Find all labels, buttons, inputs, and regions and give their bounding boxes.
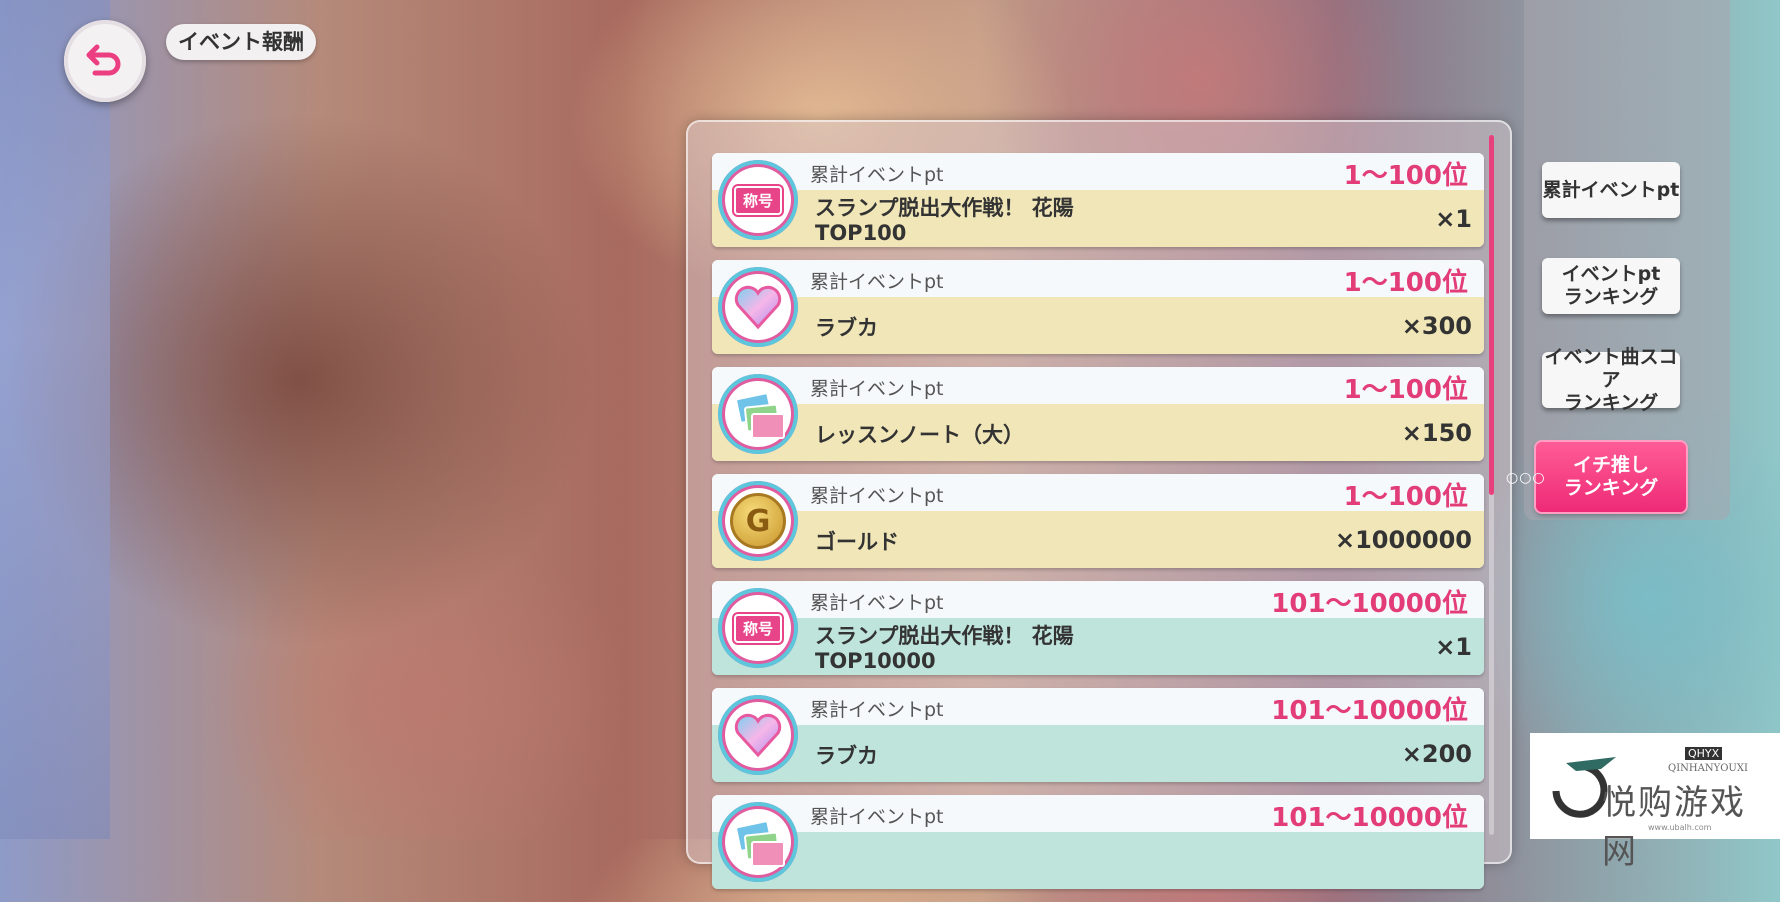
reward-name: スランプ脱出大作戦！ 花陽 TOP10000 xyxy=(815,624,1074,673)
reward-quantity: ×300 xyxy=(1401,312,1472,340)
reward-condition: 累計イベントpt xyxy=(810,806,944,828)
tab-cumulative-pt[interactable]: 累計イベントpt xyxy=(1542,162,1680,218)
tab-pt-ranking[interactable]: イベントpt ランキング xyxy=(1542,258,1680,314)
gold-coin-icon: G xyxy=(718,481,798,561)
title-badge-icon: 称号 xyxy=(718,160,798,240)
reward-rank: 1～100位 xyxy=(1343,375,1468,405)
reward-name: スランプ脱出大作戦！ 花陽 TOP100 xyxy=(815,196,1074,245)
tab-oshi-ranking[interactable]: イチ推し ランキング xyxy=(1536,442,1686,512)
reward-row[interactable]: 累計イベントpt 1～100位 ラブカ ×300 xyxy=(712,260,1484,354)
reward-row[interactable]: 累計イベントpt 101～10000位 ラブカ ×200 xyxy=(712,688,1484,782)
lesson-note-icon xyxy=(718,374,798,454)
love-gem-icon xyxy=(718,267,798,347)
lesson-note-icon xyxy=(718,802,798,882)
reward-row[interactable]: 累計イベントpt 101～10000位 xyxy=(712,795,1484,889)
reward-condition: 累計イベントpt xyxy=(810,378,944,400)
reward-rank: 101～10000位 xyxy=(1271,696,1468,726)
reward-quantity: ×1 xyxy=(1435,205,1472,233)
reward-row[interactable]: 称号 累計イベントpt 1～100位 スランプ脱出大作戦！ 花陽 TOP100 … xyxy=(712,153,1484,247)
background-strip xyxy=(0,0,110,839)
reward-condition: 累計イベントpt xyxy=(810,271,944,293)
reward-list[interactable]: 称号 累計イベントpt 1～100位 スランプ脱出大作戦！ 花陽 TOP100 … xyxy=(712,153,1484,902)
reward-rank: 101～10000位 xyxy=(1271,803,1468,833)
reward-rank: 1～100位 xyxy=(1343,161,1468,191)
tab-score-ranking[interactable]: イベント曲スコア ランキング xyxy=(1542,346,1680,414)
reward-quantity: ×1000000 xyxy=(1334,526,1472,554)
reward-rank: 1～100位 xyxy=(1343,482,1468,512)
reward-condition: 累計イベントpt xyxy=(810,485,944,507)
reward-name: ラブカ xyxy=(815,316,878,340)
back-arrow-icon xyxy=(86,44,121,76)
reward-rank: 1～100位 xyxy=(1343,268,1468,298)
reward-name: レッスンノート（大） xyxy=(815,423,1024,447)
reward-row[interactable]: 累計イベントpt 1～100位 レッスンノート（大） ×150 xyxy=(712,367,1484,461)
reward-rank: 101～10000位 xyxy=(1271,589,1468,619)
love-gem-icon xyxy=(718,695,798,775)
reward-quantity: ×1 xyxy=(1435,633,1472,661)
reward-name: ゴールド xyxy=(815,530,899,554)
title-badge-icon: 称号 xyxy=(718,588,798,668)
reward-quantity: ×150 xyxy=(1401,419,1472,447)
page-title: イベント報酬 xyxy=(166,24,316,60)
more-dots-icon: ○○○ xyxy=(1506,470,1546,486)
reward-condition: 累計イベントpt xyxy=(810,164,944,186)
reward-quantity: ×200 xyxy=(1401,740,1472,768)
reward-condition: 累計イベントpt xyxy=(810,699,944,721)
reward-name: ラブカ xyxy=(815,744,878,768)
reward-row[interactable]: G 累計イベントpt 1～100位 ゴールド ×1000000 xyxy=(712,474,1484,568)
back-button[interactable] xyxy=(64,20,146,102)
scrollbar-thumb[interactable] xyxy=(1489,135,1494,495)
reward-condition: 累計イベントpt xyxy=(810,592,944,614)
watermark-logo: QHYX QINHANYOUXI 悦购游戏网 www.ubalh.com xyxy=(1530,733,1780,872)
reward-row[interactable]: 称号 累計イベントpt 101～10000位 スランプ脱出大作戦！ 花陽 TOP… xyxy=(712,581,1484,675)
